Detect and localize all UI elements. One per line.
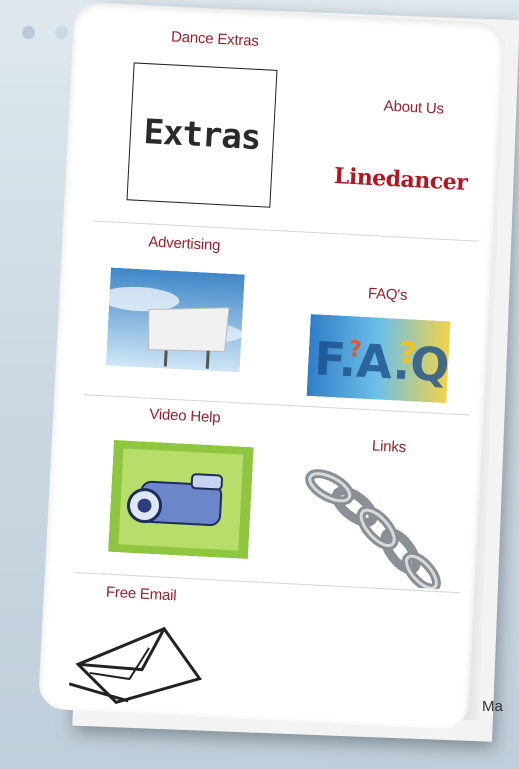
menu-label-advertising[interactable]: Advertising (148, 233, 221, 254)
pager-dot[interactable] (55, 26, 68, 39)
menu-label-faqs[interactable]: FAQ's (367, 285, 407, 304)
menu-label-links[interactable]: Links (372, 437, 407, 456)
menu-label-free-email[interactable]: Free Email (105, 584, 176, 605)
menu-label-about-us[interactable]: About Us (383, 98, 444, 118)
menu-card: Dance Extras Extras About Us Linedancer … (37, 1, 505, 731)
linedancer-logo[interactable]: Linedancer (333, 163, 468, 196)
menu-label-video-help[interactable]: Video Help (149, 406, 221, 427)
billboard-icon[interactable] (105, 267, 245, 373)
menu-label-dance-extras[interactable]: Dance Extras (171, 28, 259, 50)
faq-icon[interactable]: F.A.Q. ? ? (306, 314, 451, 404)
pager-dot[interactable] (22, 26, 35, 39)
extras-text-icon: Extras (142, 112, 262, 159)
envelope-icon[interactable] (68, 614, 213, 711)
dance-extras-tile[interactable]: Extras (126, 62, 278, 208)
svg-text:?: ? (398, 336, 417, 372)
video-camera-icon[interactable] (108, 439, 254, 560)
svg-text:F.A.Q.: F.A.Q. (313, 331, 451, 393)
svg-text:?: ? (348, 337, 362, 363)
pager-dots (22, 26, 68, 39)
partial-caption: Ma (482, 698, 503, 715)
chain-links-icon[interactable] (295, 464, 451, 590)
